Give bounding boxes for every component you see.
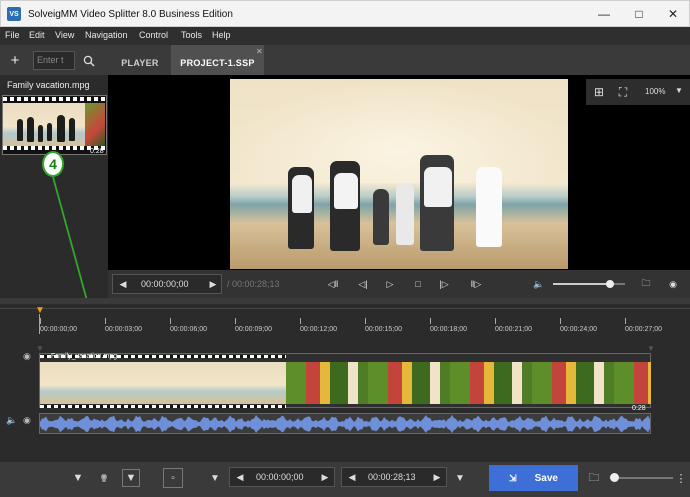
clip-duration: 0:28 [632, 405, 646, 412]
clip-frame [40, 362, 122, 404]
remove-marker-icon[interactable]: ✟ [96, 469, 112, 487]
folder-icon[interactable]: 🗀 [638, 275, 654, 293]
ruler-tick [105, 318, 106, 324]
volume-fill [553, 283, 610, 285]
clip-frame [122, 362, 204, 404]
ruler-border [0, 308, 690, 309]
ruler-tick-label: 00:00:15;00 [365, 326, 402, 333]
ruler-tick-label: 00:00:12;00 [300, 326, 337, 333]
in-prev-icon[interactable]: ◀ [232, 468, 248, 486]
ruler-tick-label: 00:00:21;00 [495, 326, 532, 333]
track-end-marker-icon: ▼ [647, 344, 655, 353]
frame-back-small-icon[interactable]: ◀ [115, 275, 131, 293]
in-time[interactable]: 00:00:00;00 [256, 472, 304, 482]
marker-filter-icon[interactable]: ▼ [122, 469, 140, 487]
ruler-tick [625, 318, 626, 324]
in-time-field: ◀ 00:00:00;00 ▶ [229, 467, 335, 487]
video-visibility-eye-icon[interactable]: ◉ [23, 351, 31, 362]
save-icon: ⇲ [509, 472, 517, 483]
ruler-tick [235, 318, 236, 324]
in-next-icon[interactable]: ▶ [317, 468, 333, 486]
filter-icon[interactable]: ▼ [70, 469, 86, 487]
fullscreen-icon[interactable]: ⛶ [613, 82, 633, 102]
out-marker-icon[interactable]: ▼ [453, 470, 467, 486]
app-window: VS SolveigMM Video Splitter 8.0 Business… [0, 0, 690, 497]
ruler-tick-label: 00:00:18;00 [430, 326, 467, 333]
ruler-tick [365, 318, 366, 324]
cut-mode-icon[interactable]: ▫ [163, 468, 183, 488]
time-field: ◀ 00:00:00;00 ▶ [112, 274, 222, 294]
ruler-tick [300, 318, 301, 324]
ruler-tick [430, 318, 431, 324]
more-options-icon[interactable]: ⋮ [676, 470, 687, 486]
prev-frame-icon[interactable]: ◁| [355, 275, 371, 293]
volume-knob[interactable] [606, 280, 614, 288]
ruler-tick-label: 00:00:00;00 [40, 326, 77, 333]
out-time-field: ◀ 00:00:28;13 ▶ [341, 467, 447, 487]
ruler-tick-label: 00:00:06;00 [170, 326, 207, 333]
ruler-tick-label: 00:00:24;00 [560, 326, 597, 333]
go-start-icon[interactable]: ◁‖ [325, 275, 341, 293]
audio-waveform [40, 414, 650, 434]
video-frame [230, 79, 568, 269]
snapshot-icon[interactable]: ◉ [665, 275, 681, 293]
track-start-marker-icon: ▼ [36, 344, 44, 353]
clip-name: Family_vacation.mpg [51, 353, 118, 360]
total-duration: / 00:00:28;13 [227, 279, 280, 289]
ruler-tick [560, 318, 561, 324]
current-time[interactable]: 00:00:00;00 [141, 279, 189, 289]
volume-icon[interactable]: 🔈 [531, 275, 547, 293]
stop-icon[interactable]: □ [410, 275, 426, 293]
go-end-icon[interactable]: ‖▷ [468, 275, 484, 293]
out-prev-icon[interactable]: ◀ [344, 468, 360, 486]
zoom-dropdown-icon[interactable]: ▼ [675, 86, 683, 95]
output-folder-icon[interactable]: 🗀 [586, 470, 602, 486]
ruler-tick-label: 00:00:03;00 [105, 326, 142, 333]
ruler-tick [170, 318, 171, 324]
save-button-label: Save [534, 472, 558, 484]
frame-forward-small-icon[interactable]: ▶ [205, 275, 221, 293]
out-next-icon[interactable]: ▶ [429, 468, 445, 486]
next-frame-icon[interactable]: |▷ [436, 275, 452, 293]
audio-mute-icon[interactable]: 🔈 [6, 415, 17, 426]
in-marker-icon[interactable]: ▼ [208, 470, 222, 486]
ruler-tick-label: 00:00:09;00 [235, 326, 272, 333]
clip-frame-strip [286, 362, 651, 404]
play-icon[interactable]: ▷ [382, 275, 398, 293]
out-time[interactable]: 00:00:28;13 [368, 472, 416, 482]
zoom-level[interactable]: 100% [645, 87, 665, 96]
playhead-line [39, 314, 40, 334]
ruler-tick [40, 318, 41, 324]
clip-frame [204, 362, 286, 404]
audio-visibility-eye-icon[interactable]: ◉ [23, 415, 31, 426]
timeline-zoom-slider[interactable] [613, 477, 673, 479]
ruler-tick-label: 00:00:27;00 [625, 326, 662, 333]
ruler-tick [495, 318, 496, 324]
save-button[interactable]: ⇲ Save [489, 465, 578, 491]
timeline-zoom-knob[interactable] [610, 473, 619, 482]
crop-icon[interactable]: ⊞ [589, 82, 609, 102]
filmstrip-perforation [40, 405, 286, 408]
